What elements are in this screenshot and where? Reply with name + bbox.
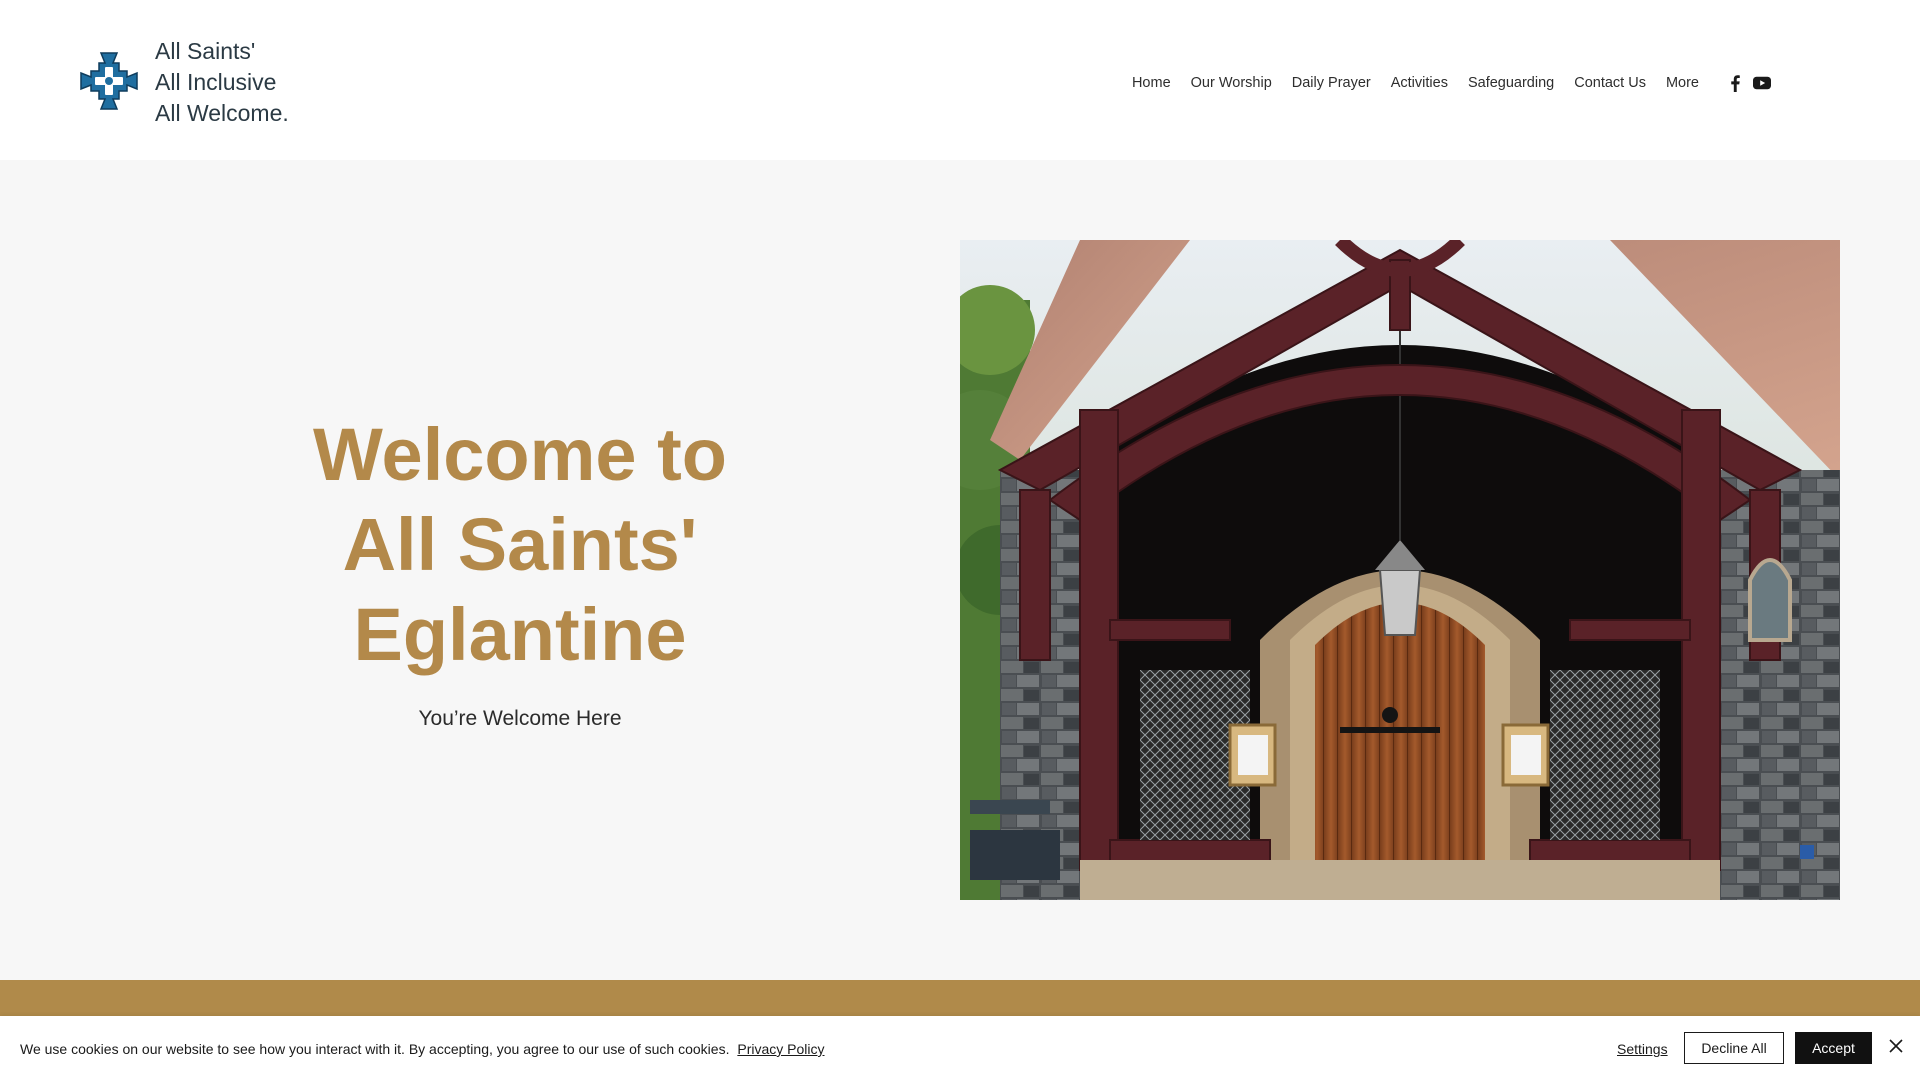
hero-title-line: Eglantine <box>353 593 687 676</box>
tagline-line: All Saints' <box>155 38 256 64</box>
decline-all-button[interactable]: Decline All <box>1684 1032 1784 1064</box>
social-links <box>1729 74 1771 92</box>
nav-safeguarding[interactable]: Safeguarding <box>1458 75 1564 91</box>
tagline-line: All Inclusive <box>155 69 277 95</box>
cookie-message: We use cookies on our website to see how… <box>20 1041 825 1057</box>
nav-more[interactable]: More <box>1656 75 1709 91</box>
church-porch-photo <box>960 240 1840 900</box>
site-tagline: All Saints' All Inclusive All Welcome. <box>155 36 289 129</box>
cookie-message-text: We use cookies on our website to see how… <box>20 1041 730 1057</box>
cookie-banner: We use cookies on our website to see how… <box>0 1016 1920 1080</box>
nav-our-worship[interactable]: Our Worship <box>1181 75 1282 91</box>
accept-button[interactable]: Accept <box>1795 1032 1872 1064</box>
privacy-policy-link[interactable]: Privacy Policy <box>737 1041 824 1057</box>
hero-subtitle: You’re Welcome Here <box>418 707 622 730</box>
site-header: All Saints' All Inclusive All Welcome. H… <box>0 0 1920 160</box>
youtube-icon[interactable] <box>1753 76 1771 90</box>
celtic-cross-icon[interactable] <box>79 51 139 111</box>
hero-title-line: Welcome to <box>313 413 727 496</box>
tagline-line: All Welcome. <box>155 100 289 126</box>
nav-daily-prayer[interactable]: Daily Prayer <box>1282 75 1381 91</box>
nav-activities[interactable]: Activities <box>1381 75 1458 91</box>
main-nav: Home Our Worship Daily Prayer Activities… <box>1122 72 1771 94</box>
nav-contact-us[interactable]: Contact Us <box>1564 75 1656 91</box>
close-icon[interactable] <box>1888 1038 1904 1054</box>
gold-band <box>0 980 1920 1016</box>
facebook-icon[interactable] <box>1729 74 1741 92</box>
hero-title-line: All Saints' <box>342 503 698 586</box>
hero-title: Welcome to All Saints' Eglantine <box>240 410 800 680</box>
nav-home[interactable]: Home <box>1122 75 1181 91</box>
cookie-settings-button[interactable]: Settings <box>1617 1041 1668 1057</box>
hero-section: Welcome to All Saints' Eglantine You’re … <box>0 160 1920 980</box>
